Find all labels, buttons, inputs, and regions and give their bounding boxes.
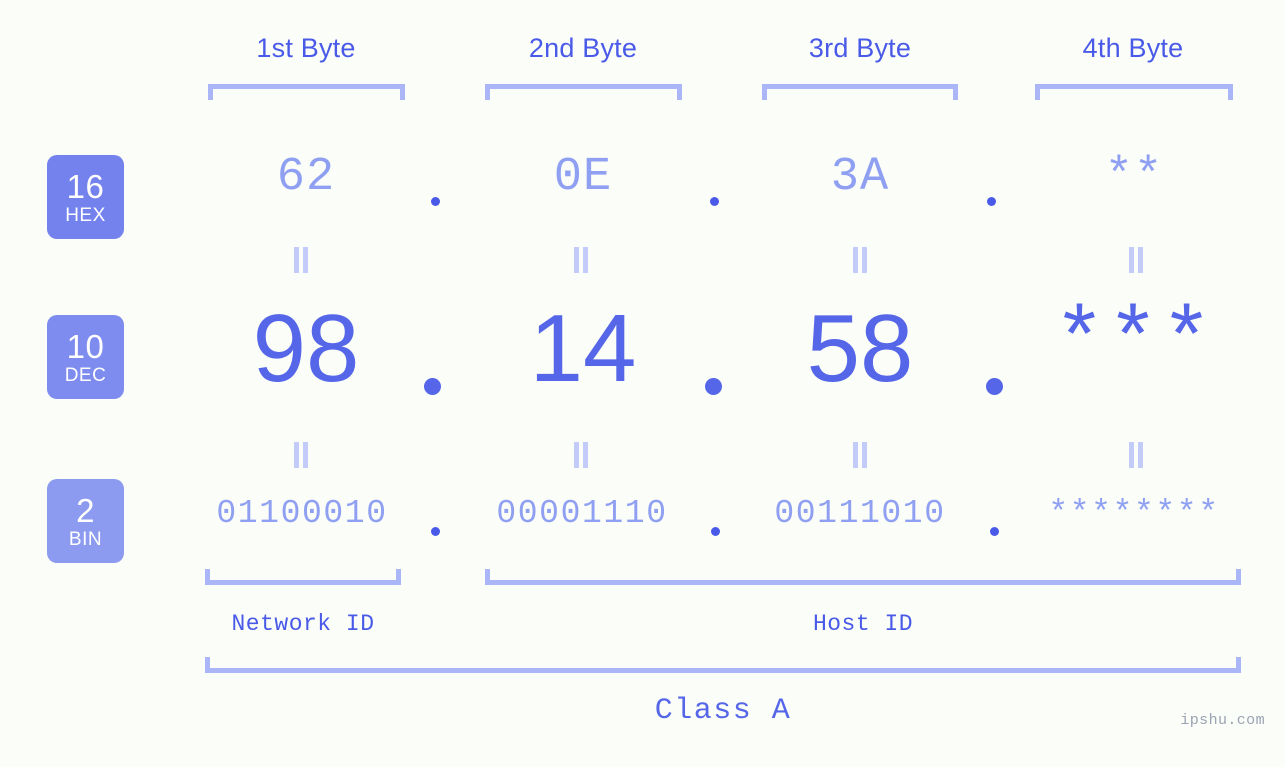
hex-byte-1: 62 bbox=[276, 151, 336, 204]
network-id-label: Network ID bbox=[231, 611, 375, 637]
bin-byte-3: 00111010 bbox=[774, 495, 946, 532]
base-badge-bin: 2 BIN bbox=[47, 479, 124, 563]
hex-byte-4: ** bbox=[1104, 151, 1164, 204]
base-badge-hex-number: 16 bbox=[66, 167, 105, 205]
hex-separator-dot-3 bbox=[987, 197, 996, 206]
dec-byte-4: *** bbox=[1053, 294, 1215, 392]
byte-header-2: 2nd Byte bbox=[528, 33, 638, 63]
class-bracket bbox=[205, 657, 1241, 673]
site-watermark: ipshu.com bbox=[1180, 712, 1265, 729]
bin-separator-dot-1 bbox=[431, 527, 440, 536]
dec-separator-dot-1 bbox=[424, 378, 441, 395]
equals-separator-dec-bin-1 bbox=[292, 442, 310, 468]
byte-header-1: 1st Byte bbox=[256, 33, 356, 63]
hex-byte-2: 0E bbox=[553, 151, 613, 204]
equals-separator-dec-bin-4 bbox=[1127, 442, 1145, 468]
dec-byte-2: 14 bbox=[529, 295, 637, 402]
hex-separator-dot-1 bbox=[431, 197, 440, 206]
byte-bracket-1 bbox=[208, 84, 405, 100]
host-id-label: Host ID bbox=[812, 611, 914, 637]
base-badge-dec-number: 10 bbox=[66, 327, 105, 365]
byte-bracket-4 bbox=[1035, 84, 1233, 100]
base-badge-hex-name: HEX bbox=[65, 204, 106, 226]
dec-byte-3: 58 bbox=[806, 295, 914, 402]
base-badge-dec-name: DEC bbox=[64, 364, 107, 386]
bin-separator-dot-3 bbox=[990, 527, 999, 536]
host-id-bracket bbox=[485, 569, 1241, 585]
equals-separator-hex-dec-2 bbox=[572, 247, 590, 273]
dec-separator-dot-2 bbox=[705, 378, 722, 395]
hex-separator-dot-2 bbox=[710, 197, 719, 206]
base-badge-hex: 16 HEX bbox=[47, 155, 124, 239]
dec-separator-dot-3 bbox=[986, 378, 1003, 395]
equals-separator-hex-dec-1 bbox=[292, 247, 310, 273]
equals-separator-hex-dec-3 bbox=[851, 247, 869, 273]
dec-byte-1: 98 bbox=[252, 295, 360, 402]
hex-byte-3: 3A bbox=[830, 151, 890, 204]
equals-separator-dec-bin-2 bbox=[572, 442, 590, 468]
network-id-bracket bbox=[205, 569, 401, 585]
byte-bracket-3 bbox=[762, 84, 958, 100]
bin-byte-2: 00001110 bbox=[496, 495, 668, 532]
base-badge-bin-name: BIN bbox=[68, 528, 103, 550]
equals-separator-dec-bin-3 bbox=[851, 442, 869, 468]
byte-bracket-2 bbox=[485, 84, 682, 100]
bin-byte-1: 01100010 bbox=[216, 495, 388, 532]
bin-byte-4: ******** bbox=[1048, 495, 1220, 532]
bin-separator-dot-2 bbox=[711, 527, 720, 536]
byte-header-3: 3rd Byte bbox=[808, 33, 912, 63]
equals-separator-hex-dec-4 bbox=[1127, 247, 1145, 273]
base-badge-bin-number: 2 bbox=[76, 491, 95, 529]
base-badge-dec: 10 DEC bbox=[47, 315, 124, 399]
class-label: Class A bbox=[654, 694, 792, 728]
ip-address-breakdown-diagram: 1st Byte 2nd Byte 3rd Byte 4th Byte 16 H… bbox=[0, 0, 1285, 767]
byte-header-4: 4th Byte bbox=[1082, 33, 1184, 63]
